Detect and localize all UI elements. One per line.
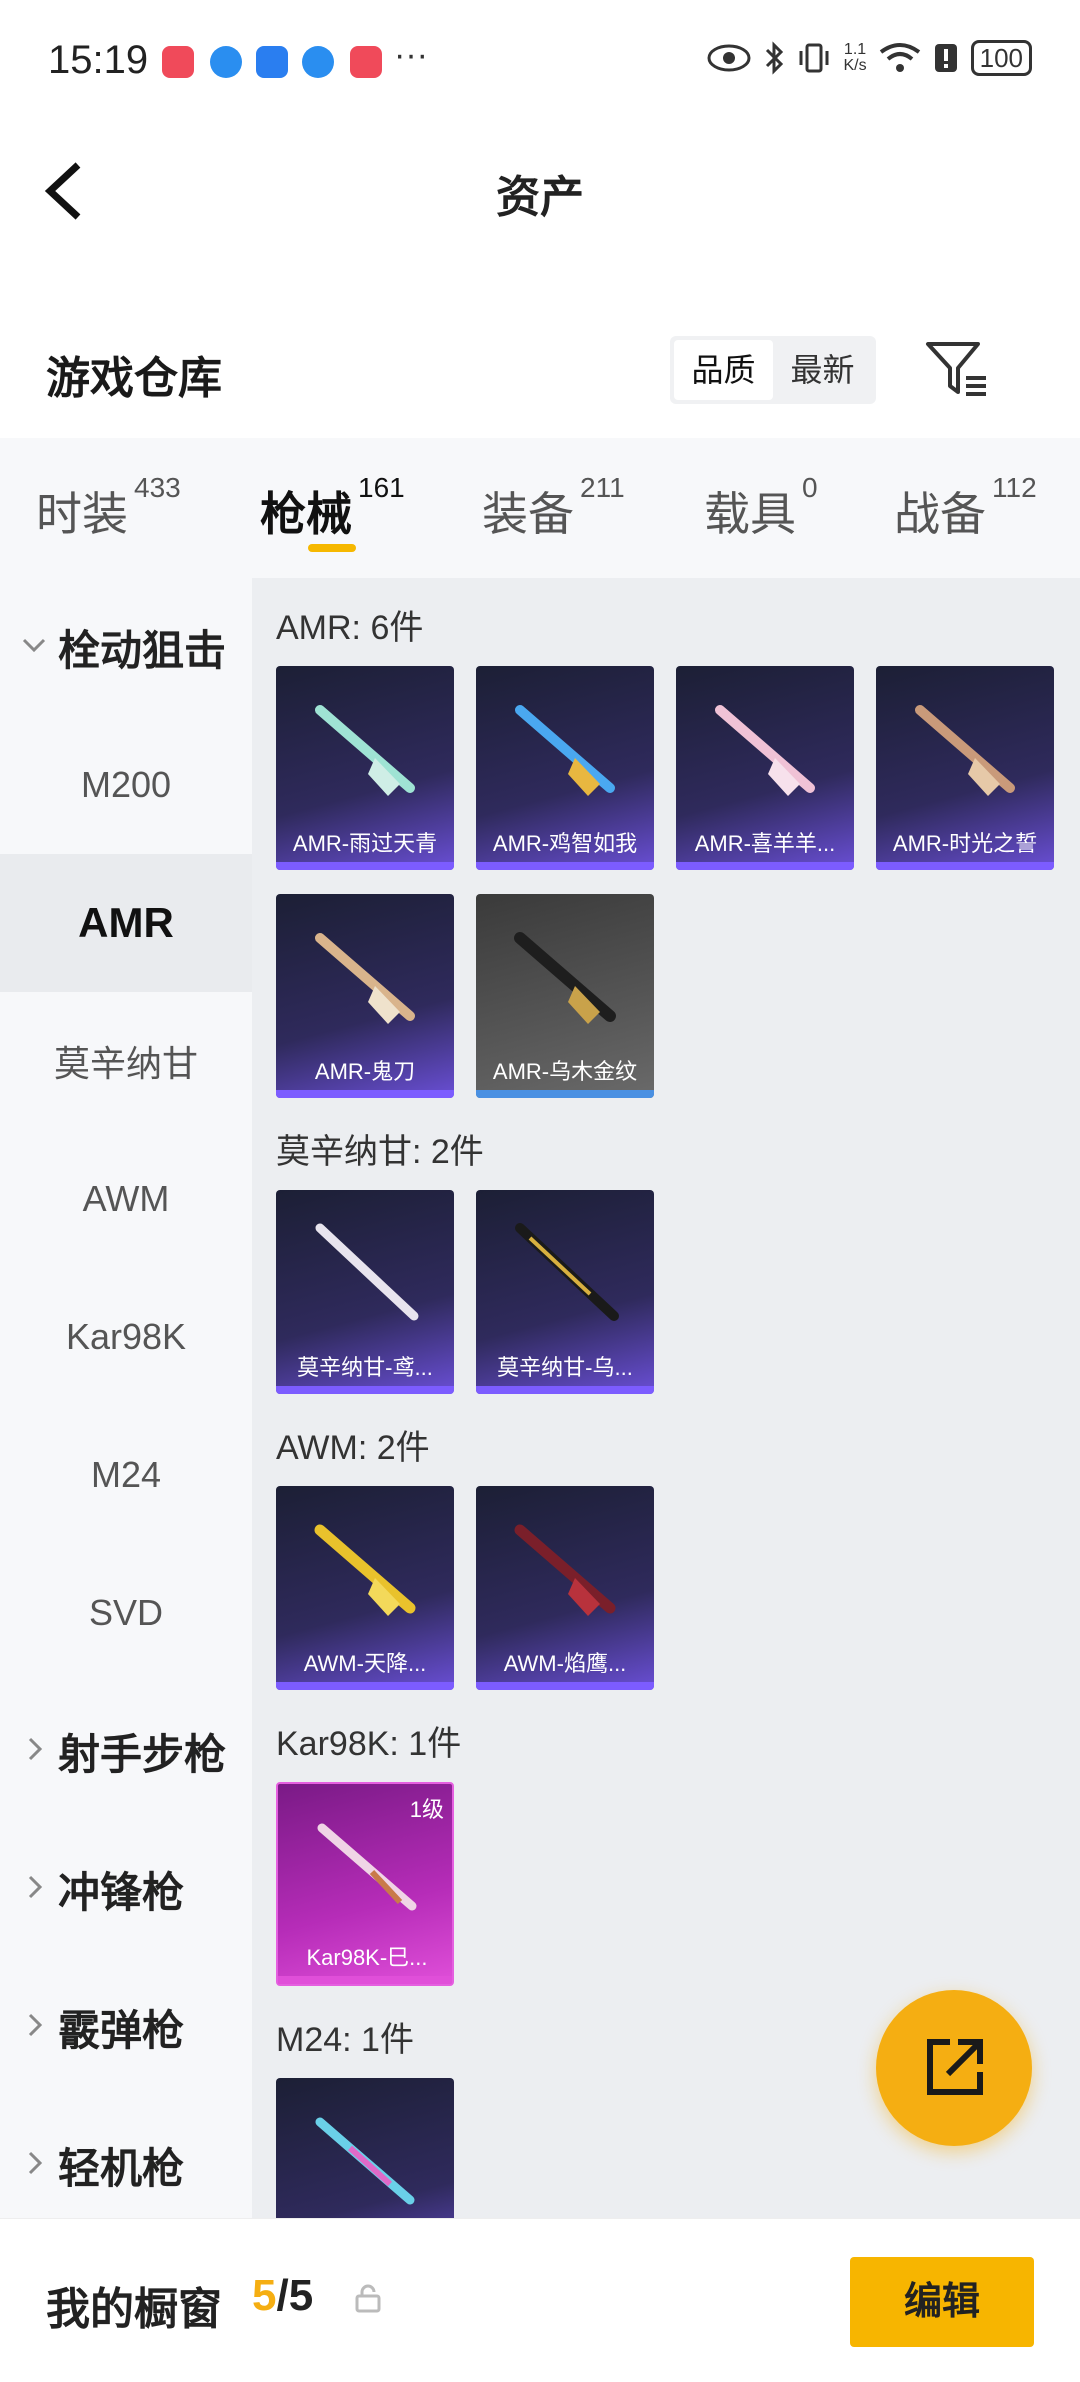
active-tab-indicator bbox=[308, 544, 356, 552]
clock: 15:19 bbox=[48, 38, 149, 82]
sidebar-item-m24[interactable]: M24 bbox=[0, 1406, 252, 1544]
level-badge: 1级 bbox=[409, 1797, 444, 1822]
globe-app-icon-2 bbox=[302, 46, 334, 78]
sidebar-group-shotgun[interactable]: 霰弹枪 bbox=[0, 1958, 252, 2096]
sidebar-group-lmg[interactable]: 轻机枪 bbox=[0, 2096, 252, 2234]
weapon-card[interactable]: 莫辛纳甘-乌... bbox=[476, 1190, 654, 1394]
tab-firearms[interactable]: 枪械161 bbox=[260, 472, 405, 544]
rifle-icon bbox=[314, 1524, 416, 1616]
showcase-count: 5/5 bbox=[252, 2271, 314, 2320]
rifle-icon bbox=[515, 1223, 619, 1321]
weapon-card[interactable]: 1级 Kar98K-巳... bbox=[276, 1782, 454, 1986]
warehouse-title: 游戏仓库 bbox=[46, 354, 222, 403]
sidebar-item-m200[interactable]: M200 bbox=[0, 716, 252, 854]
rifle-icon bbox=[315, 933, 415, 1024]
sidebar-group-smg[interactable]: 冲锋枪 bbox=[0, 1820, 252, 1958]
rifle-icon bbox=[715, 705, 815, 796]
tab-equipment[interactable]: 装备211 bbox=[482, 472, 625, 544]
weapon-card[interactable]: AMR-喜羊羊... bbox=[676, 666, 854, 870]
rifle-icon bbox=[315, 1223, 419, 1321]
section-title-m24: M24: 1件 bbox=[276, 2021, 414, 2059]
weapon-card[interactable]: AMR-乌木金纹 bbox=[476, 894, 654, 1098]
weapon-card[interactable]: AMR-时光之誓 bbox=[876, 666, 1054, 870]
vibrate-icon bbox=[799, 43, 829, 73]
weapon-type-sidebar: 栓动狙击 M200 AMR 莫辛纳甘 AWM Kar98K M24 SVD 射手… bbox=[0, 578, 252, 2218]
section-title-kar98k: Kar98K: 1件 bbox=[276, 1725, 462, 1763]
sidebar-group-bolt-action[interactable]: 栓动狙击 bbox=[0, 578, 252, 716]
rifle-icon bbox=[514, 1524, 616, 1616]
shopping-app-icon bbox=[162, 46, 194, 78]
weapon-card[interactable]: 莫辛纳甘-鸢... bbox=[276, 1190, 454, 1394]
page-title: 资产 bbox=[496, 173, 584, 222]
section-title-amr: AMR: 6件 bbox=[276, 609, 424, 647]
showcase-bar: 我的橱窗 5/5 编辑 bbox=[0, 2218, 1080, 2382]
sidebar-item-mosin[interactable]: 莫辛纳甘 bbox=[0, 992, 252, 1130]
sidebar-group-marksman[interactable]: 射手步枪 bbox=[0, 1682, 252, 1820]
weapon-grid: AMR: 6件 AMR-雨过天青 AMR-鸡智如我 AMR-喜羊羊... AMR… bbox=[252, 578, 1080, 2218]
sort-toggle: 品质 最新 bbox=[670, 336, 876, 404]
weapon-card[interactable]: AMR-雨过天青 bbox=[276, 666, 454, 870]
section-title-awm: AWM: 2件 bbox=[276, 1429, 430, 1467]
chevron-right-icon bbox=[28, 1875, 43, 1899]
sort-quality-button[interactable]: 品质 bbox=[674, 340, 773, 400]
alert-icon bbox=[934, 44, 957, 72]
app-screen: 15:19 ··· 1.1 K/s 100 资产 游戏仓库 品质 最新 时装433… bbox=[0, 0, 1080, 2382]
tab-tactical[interactable]: 战备112 bbox=[894, 472, 1037, 544]
rifle-icon bbox=[315, 705, 415, 796]
chevron-right-icon bbox=[28, 1737, 43, 1761]
sidebar-item-awm[interactable]: AWM bbox=[0, 1130, 252, 1268]
rifle-icon bbox=[515, 705, 615, 796]
network-speed: 1.1 K/s bbox=[843, 41, 867, 74]
wifi-icon bbox=[879, 43, 920, 72]
section-title-mosin: 莫辛纳甘: 2件 bbox=[276, 1133, 484, 1171]
eye-icon bbox=[707, 44, 751, 72]
nav-bar: 资产 bbox=[0, 125, 1080, 255]
tab-fashion[interactable]: 时装433 bbox=[36, 472, 181, 544]
weapon-card[interactable]: AMR-鬼刀 bbox=[276, 894, 454, 1098]
bluetooth-icon bbox=[766, 41, 784, 75]
rifle-icon bbox=[315, 2117, 415, 2205]
sort-newest-button[interactable]: 最新 bbox=[773, 340, 872, 400]
more-notifications-icon: ··· bbox=[394, 36, 428, 74]
weapon-card[interactable]: AWM-天降... bbox=[276, 1486, 454, 1690]
lock-icon bbox=[355, 2284, 381, 2313]
tab-vehicles[interactable]: 载具0 bbox=[704, 472, 818, 544]
sidebar-item-amr[interactable]: AMR bbox=[0, 854, 252, 992]
rifle-icon bbox=[915, 705, 1015, 796]
edit-button[interactable]: 编辑 bbox=[850, 2257, 1034, 2347]
weapon-card[interactable] bbox=[276, 2078, 454, 2218]
chevron-right-icon bbox=[28, 2013, 43, 2037]
bluetooth-app-icon bbox=[256, 46, 288, 78]
chevron-down-icon bbox=[22, 638, 46, 653]
status-bar: 15:19 ··· 1.1 K/s 100 bbox=[0, 0, 1080, 125]
weapon-card[interactable]: AWM-焰鹰... bbox=[476, 1486, 654, 1690]
chevron-right-icon bbox=[28, 2151, 43, 2175]
showcase-title: 我的橱窗 bbox=[46, 2285, 222, 2334]
sidebar-item-kar98k[interactable]: Kar98K bbox=[0, 1268, 252, 1406]
rifle-icon bbox=[514, 932, 616, 1024]
battery-indicator: 100 bbox=[970, 40, 1032, 76]
status-icons: 1.1 K/s 100 bbox=[707, 40, 1032, 76]
category-tabs: 时装433 枪械161 装备211 载具0 战备112 bbox=[0, 438, 1080, 578]
globe-app-icon bbox=[210, 46, 242, 78]
external-link-icon bbox=[927, 2039, 983, 2095]
weapon-card[interactable]: AMR-鸡智如我 bbox=[476, 666, 654, 870]
share-button[interactable] bbox=[876, 1990, 1032, 2146]
shopping-app-icon-2 bbox=[350, 46, 382, 78]
sidebar-item-svd[interactable]: SVD bbox=[0, 1544, 252, 1682]
filter-icon[interactable] bbox=[924, 338, 990, 400]
